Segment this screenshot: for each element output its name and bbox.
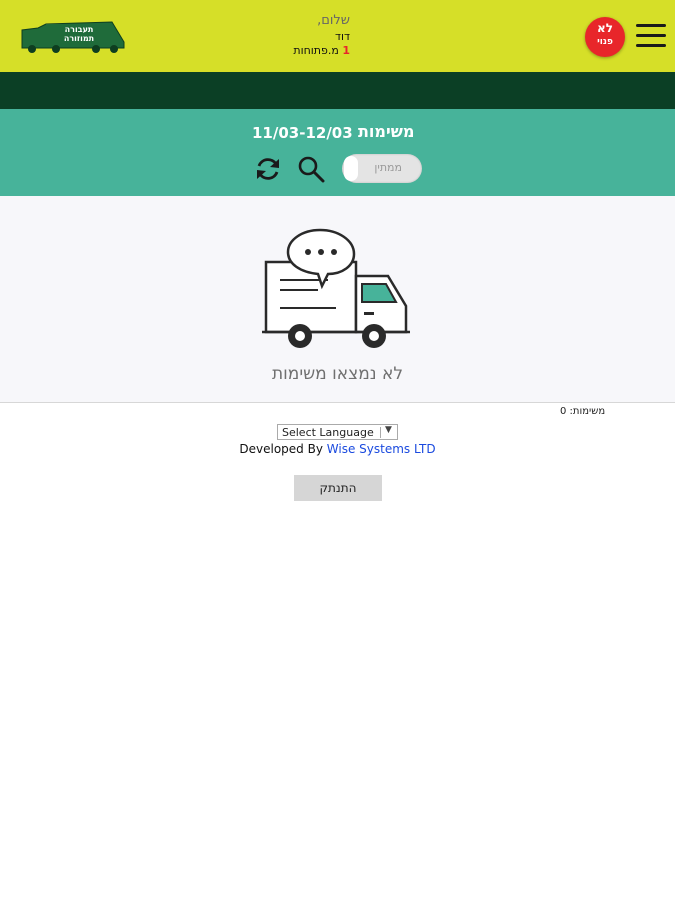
open-count: 1: [342, 44, 350, 57]
delivery-truck-icon: [262, 228, 410, 348]
developer-credit: Developed By Wise Systems LTD: [0, 442, 675, 456]
company-link[interactable]: Wise Systems LTD: [327, 442, 436, 456]
pending-filter-toggle[interactable]: ממתין: [342, 154, 422, 183]
status-line1: לא: [597, 21, 613, 35]
open-tasks-indicator: 1 מ.פתוחות: [230, 44, 350, 57]
logo-text-bottom: תמוזורה: [64, 34, 94, 43]
developed-by-text: Developed By: [239, 442, 323, 456]
refresh-icon[interactable]: [254, 155, 282, 183]
availability-status-button[interactable]: לא פנוי: [585, 17, 625, 57]
dropdown-arrow-icon: ▼: [385, 425, 392, 435]
company-logo: תעבורה תמוזורה: [21, 21, 125, 53]
toggle-label: ממתין: [374, 161, 402, 174]
select-divider: [380, 427, 381, 438]
toggle-knob: [344, 156, 358, 181]
tasks-header-band: [0, 109, 675, 196]
search-icon[interactable]: [297, 155, 325, 183]
language-select[interactable]: Select Language ▼: [277, 424, 398, 440]
nav-bar: [0, 72, 675, 109]
open-label: מ.פתוחות: [293, 44, 339, 57]
empty-state-message: לא נמצאו משימות: [271, 364, 403, 384]
user-name: דוד: [334, 30, 350, 43]
divider: [0, 402, 675, 403]
hamburger-menu-icon[interactable]: [636, 24, 666, 48]
tasks-count: משימות: 0: [560, 406, 606, 417]
app-header: לא פנוי שלום, דוד 1 מ.פתוחות תעבורה תמוז…: [0, 0, 675, 72]
logout-button[interactable]: התנתק: [294, 475, 382, 501]
date-range[interactable]: 11/03-12/03: [252, 124, 353, 142]
tasks-title: משימות: [358, 122, 415, 141]
logo-text-top: תעבורה: [65, 25, 94, 34]
greeting-text: שלום,: [317, 13, 350, 28]
status-line2: פנוי: [597, 37, 613, 47]
language-select-label: Select Language: [282, 426, 374, 439]
